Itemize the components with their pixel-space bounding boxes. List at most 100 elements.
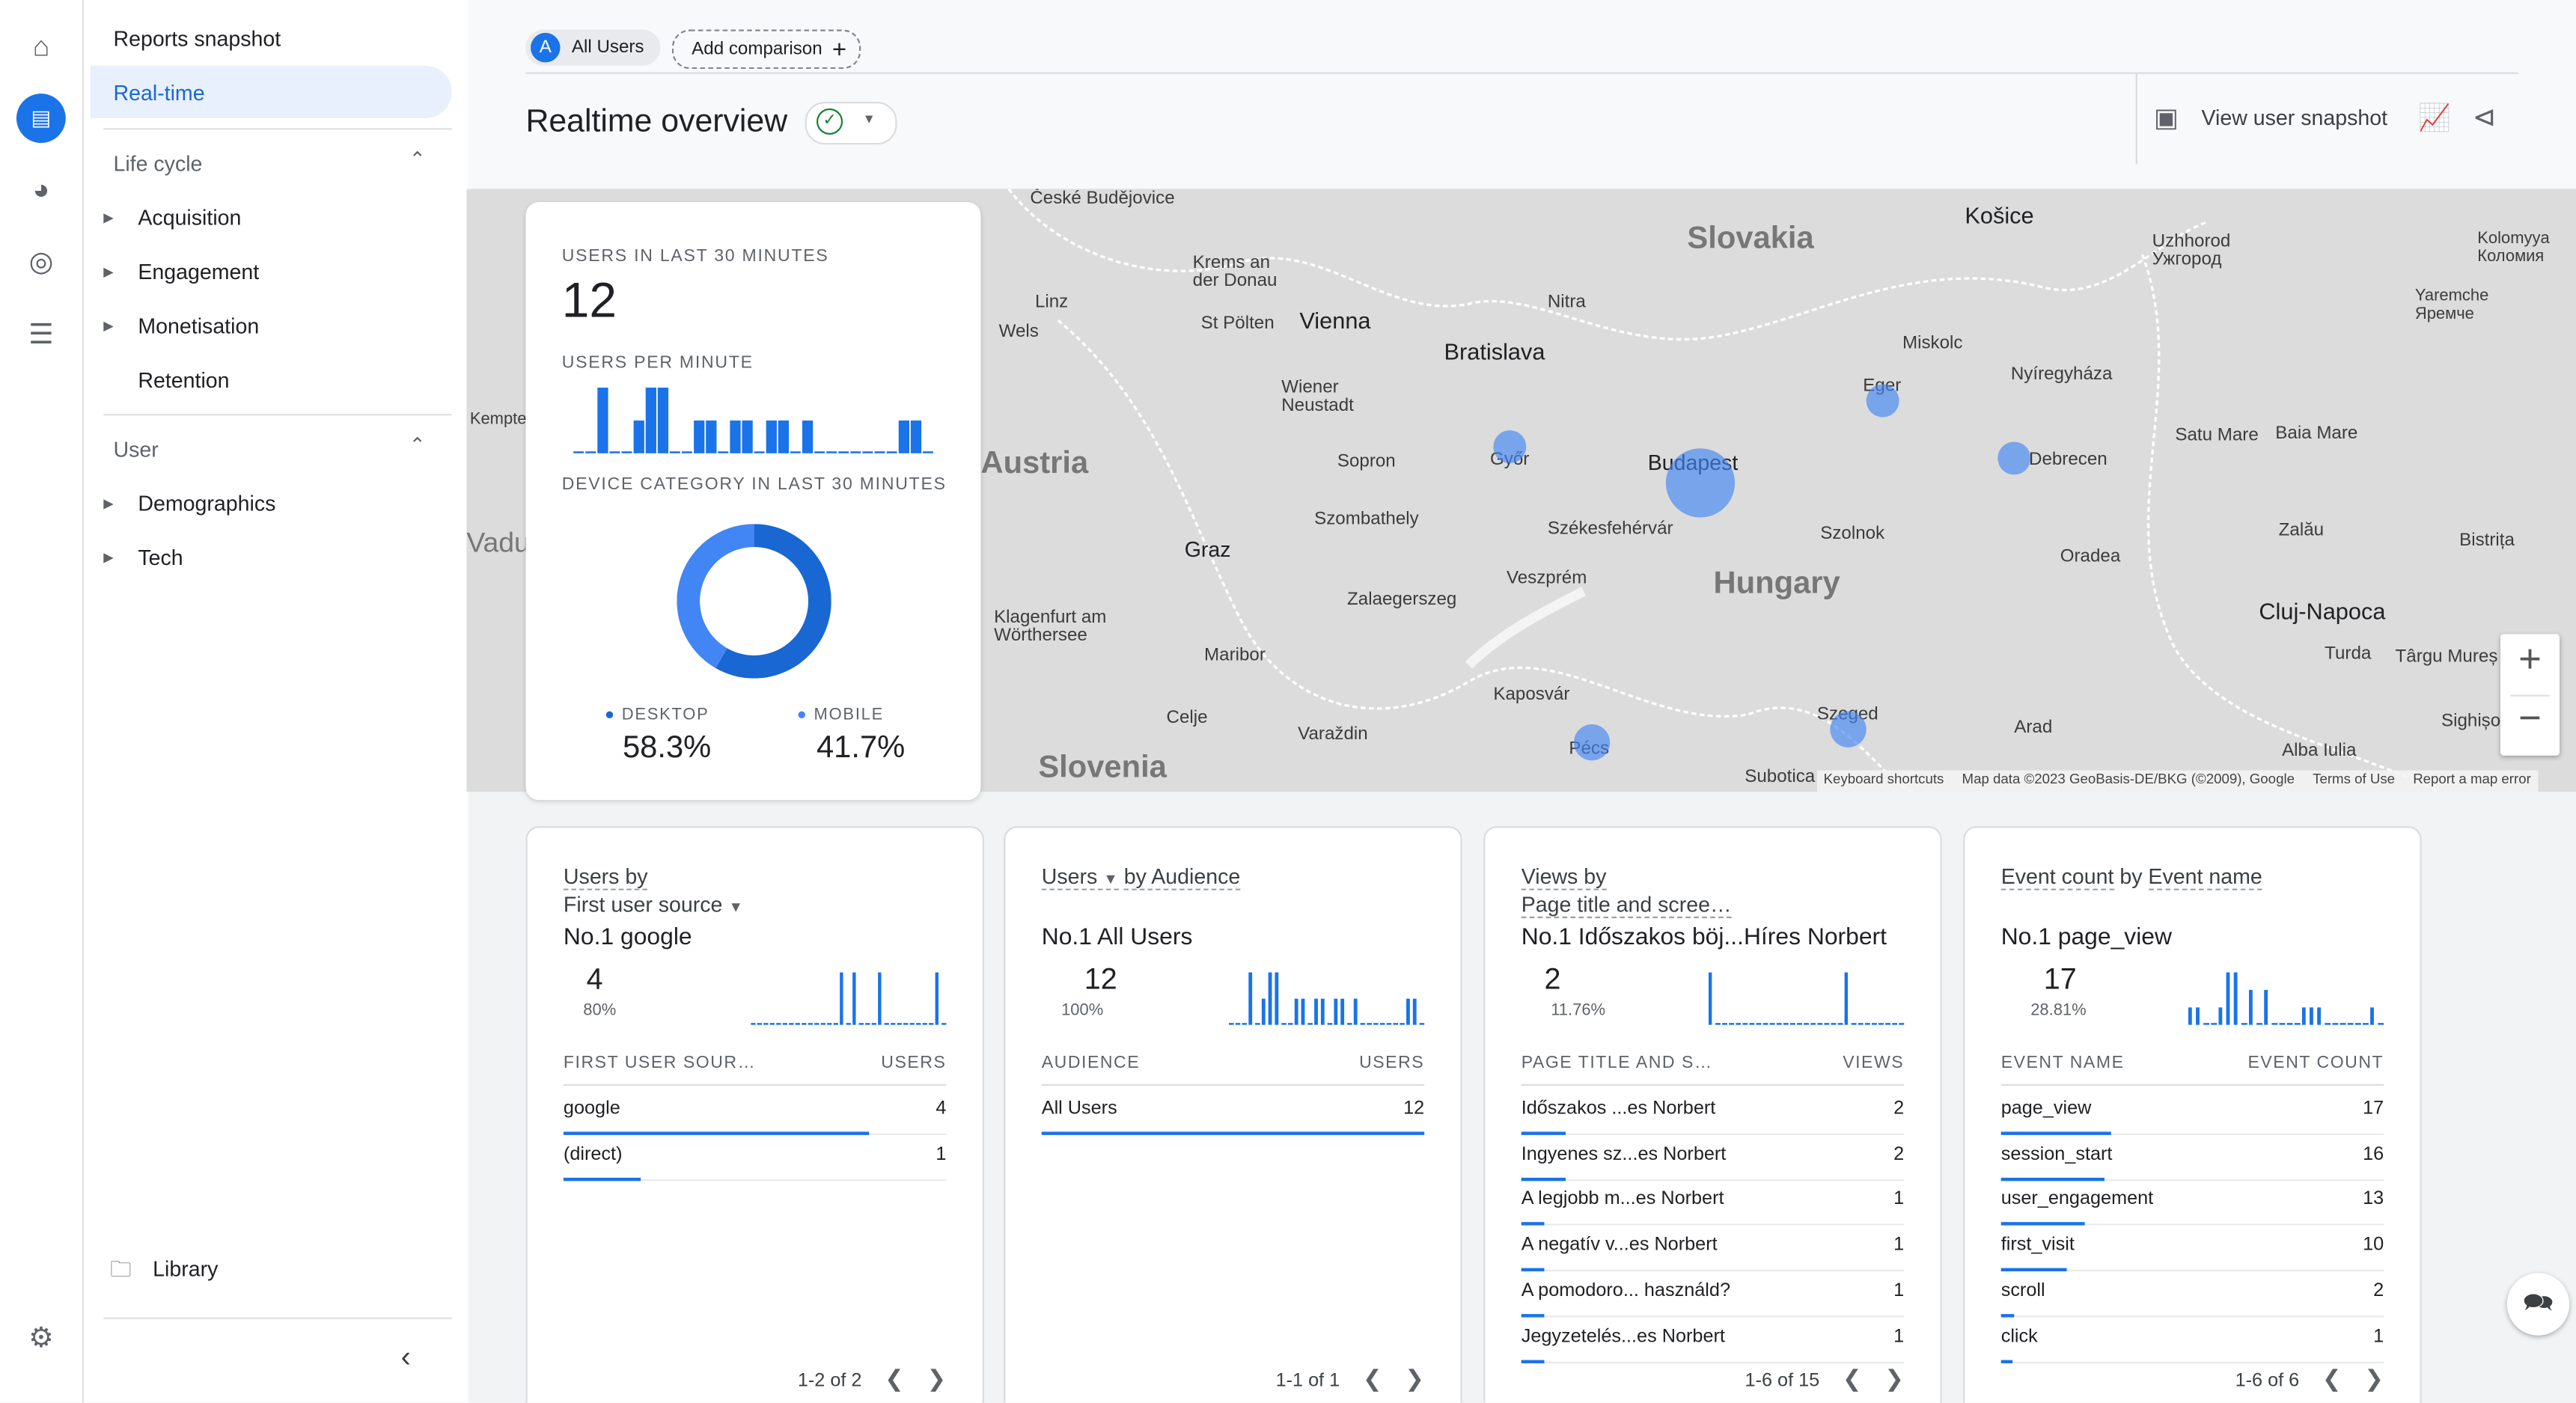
data-quality-dropdown[interactable]: ✓ ▼ (805, 102, 897, 145)
add-comparison-button[interactable]: Add comparison + (671, 29, 861, 70)
folder-icon: 🗀 (110, 1256, 132, 1282)
comparison-chip-all-users[interactable]: A All Users (525, 29, 661, 66)
table-row[interactable]: page_view 17 (2000, 1087, 2384, 1135)
table-row[interactable]: A negatív v...es Norbert 1 (1521, 1224, 1905, 1272)
next-page-button[interactable]: ❯ (1884, 1365, 1904, 1391)
bar (1353, 998, 1358, 1025)
table-row[interactable]: user_engagement 13 (2000, 1179, 2384, 1226)
zoom-in-button[interactable]: + (2500, 638, 2560, 683)
user-snapshot-icon[interactable]: ▣ (2154, 102, 2179, 135)
collapse-chevron-left-icon[interactable]: ‹ (401, 1340, 411, 1375)
dimension-selector[interactable]: First user source ▼ (564, 892, 743, 917)
nav-library[interactable]: Library (153, 1256, 218, 1281)
card-sparkline[interactable] (1228, 969, 1426, 1025)
table-row[interactable]: first_visit 10 (2000, 1224, 2384, 1272)
card-sparkline[interactable] (751, 969, 947, 1025)
column-header-metric[interactable]: VIEWS (1843, 1053, 1904, 1072)
column-header-dimension[interactable]: FIRST USER SOUR… (564, 1053, 756, 1072)
card-sparkline[interactable] (2188, 969, 2385, 1025)
dimension-label[interactable]: Event name (2148, 863, 2262, 890)
baseline-segment (585, 451, 596, 453)
metric-label[interactable]: Users by (563, 863, 648, 890)
terms-link[interactable]: Terms of Use (2313, 771, 2395, 792)
device-donut-chart[interactable] (677, 524, 831, 679)
column-header-metric[interactable]: USERS (881, 1053, 946, 1072)
table-row[interactable]: A legjobb m...es Norbert 1 (1521, 1179, 1905, 1226)
table-row[interactable]: Időszakos ...es Norbert 2 (1521, 1087, 1905, 1135)
nav-engagement[interactable]: Engagement (138, 260, 259, 284)
table-row[interactable]: Jegyzetelés...es Norbert 1 (1521, 1315, 1905, 1363)
baseline-segment (2354, 1023, 2361, 1025)
configure-list-icon[interactable]: ☰ (16, 311, 66, 360)
prev-page-button[interactable]: ❮ (1843, 1365, 1862, 1391)
nav-realtime[interactable]: Real-time (113, 81, 204, 106)
customize-report-icon[interactable]: 📈 (2418, 102, 2451, 135)
bar (645, 388, 656, 453)
metric-selector[interactable]: Users ▼ (1041, 863, 1118, 890)
nav-demographics[interactable]: Demographics (138, 491, 275, 516)
prev-page-button[interactable]: ❮ (2322, 1365, 2342, 1391)
feedback-button[interactable]: 🗪 (2506, 1273, 2570, 1336)
column-header-metric[interactable]: EVENT COUNT (2247, 1053, 2384, 1072)
column-header-dimension[interactable]: PAGE TITLE AND S… (1522, 1053, 1713, 1072)
baseline-segment (891, 1023, 896, 1025)
nav-monetisation[interactable]: Monetisation (138, 314, 259, 338)
column-header-metric[interactable]: USERS (1359, 1053, 1424, 1072)
map-bubble-szeged[interactable] (1830, 711, 1867, 748)
dimension-selector[interactable]: Page title and scree… (1521, 891, 1732, 919)
table-row[interactable]: (direct) 1 (563, 1133, 947, 1181)
map-bubble-eger[interactable] (1866, 384, 1899, 418)
baseline-segment (1379, 1023, 1385, 1025)
table-row[interactable]: A pomodoro... használd? 1 (1521, 1269, 1905, 1318)
chevron-up-icon[interactable]: ⌃ (409, 148, 426, 171)
row-value: 2 (1893, 1098, 1905, 1119)
metric-label[interactable]: Views by (1521, 863, 1607, 890)
add-comparison-label: Add comparison (692, 39, 822, 60)
home-icon[interactable]: ⌂ (16, 23, 66, 73)
advertising-icon[interactable]: ◎ (16, 238, 66, 287)
pagination-label: 1-2 of 2 (797, 1371, 862, 1392)
prev-page-button[interactable]: ❮ (1363, 1365, 1382, 1391)
zoom-out-button[interactable]: − (2500, 697, 2560, 742)
report-map-error-link[interactable]: Report a map error (2413, 771, 2531, 792)
column-header-dimension[interactable]: AUDIENCE (1042, 1053, 1140, 1072)
metric-label[interactable]: Event count (2000, 863, 2114, 890)
section-user[interactable]: User (113, 437, 158, 462)
donut-slice-mobile[interactable] (677, 524, 754, 668)
baseline-segment (776, 1023, 781, 1025)
explore-icon[interactable]: ◕ (16, 166, 66, 216)
nav-reports-snapshot[interactable]: Reports snapshot (113, 26, 281, 51)
nav-retention[interactable]: Retention (138, 368, 229, 393)
next-page-button[interactable]: ❯ (1405, 1365, 1424, 1391)
table-row[interactable]: google 4 (563, 1087, 947, 1135)
view-user-snapshot-button[interactable]: View user snapshot (2202, 105, 2388, 129)
section-life-cycle[interactable]: Life cycle (113, 151, 202, 176)
nav-tech[interactable]: Tech (138, 545, 183, 570)
map-bubble-pecs[interactable] (1573, 724, 1611, 761)
next-page-button[interactable]: ❯ (927, 1365, 947, 1391)
baseline-segment (1810, 1023, 1816, 1025)
table-row[interactable]: click 1 (2000, 1315, 2384, 1363)
users-per-minute-chart[interactable] (573, 385, 935, 453)
map-bubble-debrecen[interactable] (1997, 441, 2031, 475)
column-header-dimension[interactable]: EVENT NAME (2001, 1053, 2125, 1072)
baseline-segment (2347, 1023, 2354, 1025)
table-row[interactable]: scroll 2 (2000, 1269, 2384, 1318)
keyboard-shortcuts-link[interactable]: Keyboard shortcuts (1824, 771, 1944, 792)
baseline-segment (1360, 1023, 1366, 1025)
settings-gear-icon[interactable]: ⚙ (16, 1314, 66, 1363)
next-page-button[interactable]: ❯ (2364, 1365, 2384, 1391)
table-row[interactable]: Ingyenes sz...es Norbert 2 (1521, 1133, 1905, 1181)
prev-page-button[interactable]: ❮ (885, 1365, 904, 1391)
map-bubble-gyor[interactable] (1493, 430, 1527, 464)
dimension-label[interactable]: by Audience (1123, 863, 1241, 890)
table-row[interactable]: All Users 12 (1041, 1087, 1425, 1135)
card-sparkline[interactable] (1708, 969, 1905, 1025)
table-row[interactable]: session_start 16 (2000, 1133, 2384, 1181)
share-icon[interactable]: ⊲ (2473, 102, 2496, 135)
reports-icon[interactable]: ▤ (16, 94, 66, 143)
map-bubble-budapest[interactable] (1665, 448, 1736, 518)
baseline-segment (814, 451, 825, 453)
nav-acquisition[interactable]: Acquisition (138, 205, 241, 230)
chevron-up-icon[interactable]: ⌃ (409, 434, 426, 457)
